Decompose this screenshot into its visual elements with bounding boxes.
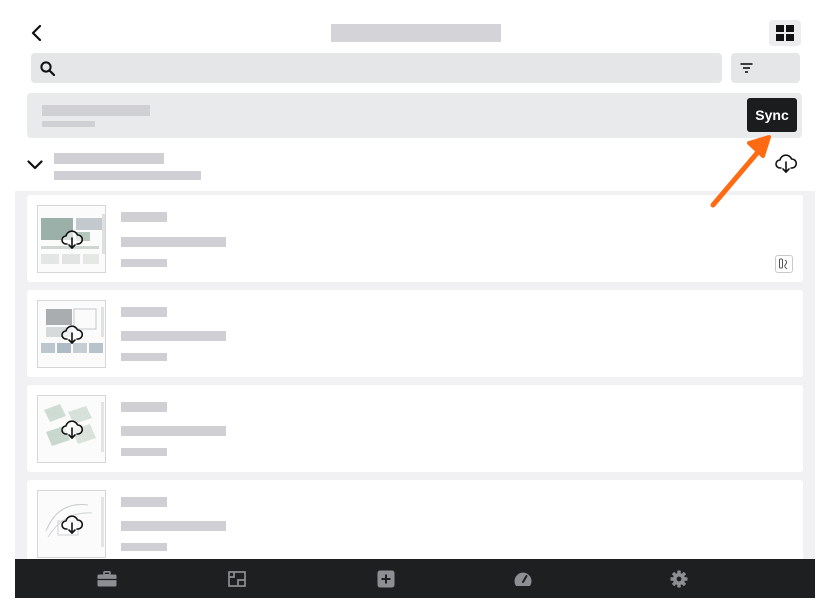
search-input[interactable] bbox=[63, 60, 703, 76]
drawing-title-placeholder bbox=[121, 237, 226, 247]
markup-icon bbox=[779, 258, 788, 270]
collapse-group-button[interactable] bbox=[23, 153, 47, 177]
group-subtitle-placeholder bbox=[54, 171, 201, 180]
chevron-left-icon bbox=[31, 25, 42, 41]
download-group-button[interactable] bbox=[774, 152, 798, 176]
drawing-thumbnail bbox=[37, 205, 106, 273]
app-window: Sync bbox=[15, 15, 815, 598]
group-title-placeholder bbox=[54, 153, 164, 164]
nav-create[interactable] bbox=[374, 567, 398, 591]
nav-tools[interactable] bbox=[95, 567, 119, 591]
download-drawing-button[interactable] bbox=[60, 418, 84, 442]
download-drawing-button[interactable] bbox=[60, 323, 84, 347]
drawing-group-header[interactable] bbox=[15, 141, 815, 191]
drawing-card[interactable] bbox=[27, 290, 803, 377]
drawing-title-placeholder bbox=[121, 426, 226, 436]
cloud-download-icon bbox=[61, 515, 83, 534]
drawing-thumbnail bbox=[37, 490, 106, 558]
drawing-meta-placeholder bbox=[121, 259, 167, 267]
back-button[interactable] bbox=[25, 21, 49, 45]
drawing-meta-placeholder bbox=[121, 543, 167, 551]
cloud-download-icon bbox=[61, 325, 83, 344]
settings-icon bbox=[670, 570, 688, 588]
view-toggle-button[interactable] bbox=[769, 20, 801, 46]
briefcase-icon bbox=[97, 571, 117, 587]
cloud-download-icon bbox=[61, 230, 83, 249]
sync-bar-row bbox=[15, 93, 815, 141]
sync-status-bar bbox=[27, 93, 802, 138]
dashboard-icon bbox=[514, 572, 532, 586]
drawing-number-placeholder bbox=[121, 307, 167, 317]
drawing-meta-placeholder bbox=[121, 448, 167, 456]
search-field[interactable] bbox=[31, 53, 722, 83]
drawing-meta-placeholder bbox=[121, 353, 167, 361]
filter-icon bbox=[740, 63, 753, 73]
grid-view-icon bbox=[776, 25, 794, 41]
cloud-download-icon bbox=[775, 154, 797, 173]
sync-button[interactable]: Sync bbox=[747, 98, 797, 132]
drawing-number-placeholder bbox=[121, 212, 167, 222]
drawing-thumbnail bbox=[37, 395, 106, 463]
top-bar bbox=[15, 15, 815, 51]
filter-button[interactable] bbox=[731, 53, 800, 83]
drawing-card[interactable] bbox=[27, 385, 803, 472]
page-title-placeholder bbox=[331, 24, 501, 42]
cloud-download-icon bbox=[61, 420, 83, 439]
download-drawing-button[interactable] bbox=[60, 513, 84, 537]
nav-settings[interactable] bbox=[667, 567, 691, 591]
create-icon bbox=[377, 570, 395, 588]
search-icon bbox=[40, 60, 55, 76]
drawing-card[interactable] bbox=[27, 480, 803, 567]
drawing-number-placeholder bbox=[121, 402, 167, 412]
drawing-title-placeholder bbox=[121, 521, 226, 531]
sync-subtitle-placeholder bbox=[42, 121, 95, 127]
drawings-icon bbox=[228, 571, 246, 587]
sync-title-placeholder bbox=[42, 105, 150, 116]
search-row bbox=[15, 51, 815, 93]
chevron-down-icon bbox=[27, 160, 43, 170]
nav-dashboard[interactable] bbox=[511, 567, 535, 591]
screenshot-frame: Sync bbox=[0, 0, 830, 613]
drawing-title-placeholder bbox=[121, 331, 226, 341]
drawing-card[interactable] bbox=[27, 195, 803, 282]
download-drawing-button[interactable] bbox=[60, 228, 84, 252]
markup-badge bbox=[775, 255, 793, 273]
drawing-number-placeholder bbox=[121, 497, 167, 507]
nav-drawings[interactable] bbox=[225, 567, 249, 591]
drawing-thumbnail bbox=[37, 300, 106, 368]
bottom-nav-bar bbox=[15, 559, 815, 598]
